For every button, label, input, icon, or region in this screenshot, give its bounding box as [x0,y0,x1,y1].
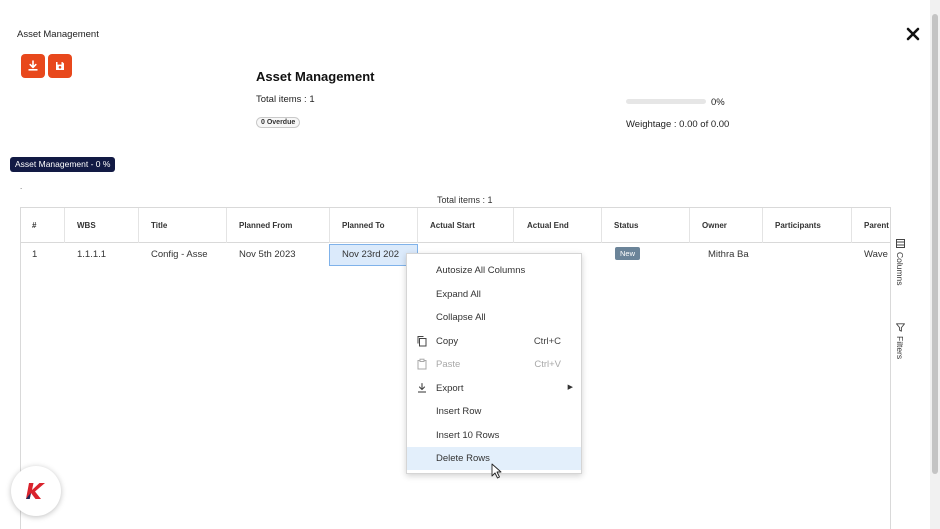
menu-item-label: Copy [436,336,459,347]
menu-item-label: Export [436,383,464,394]
column-header-actual-end[interactable]: Actual End [515,208,602,243]
weightage-text: Weightage : 0.00 of 0.00 [626,119,730,130]
column-header-owner[interactable]: Owner [691,208,763,243]
download-icon [28,60,38,71]
column-header-actual-start[interactable]: Actual Start [419,208,514,243]
close-icon [906,27,920,41]
grid-total-items: Total items : 1 [437,195,493,205]
menu-item-paste[interactable]: Paste Ctrl+V [407,353,581,376]
menu-item-label: Paste [436,359,461,370]
k-logo-icon [26,483,45,499]
export-icon [418,382,426,393]
menu-item-autosize-all-columns[interactable]: Autosize All Columns [407,259,581,282]
page-scrollbar[interactable] [930,0,940,529]
save-button[interactable] [48,54,72,78]
submenu-arrow-icon: ▶ [567,384,573,391]
cell-title[interactable]: Config - Asse [140,244,216,266]
menu-item-label: Insert 10 Rows [436,430,500,441]
cell-participants[interactable] [764,244,852,266]
menu-item-label: Delete Rows [436,453,490,464]
project-tag[interactable]: Asset Management - 0 % [10,157,116,172]
copy-icon [417,336,427,347]
app-logo-button[interactable] [11,466,61,516]
grid-header: # WBS Title Planned From Planned To Actu… [21,208,891,243]
download-button[interactable] [21,54,45,78]
columns-tab-label: Columns [895,252,905,286]
save-icon [56,62,64,70]
overdue-badge: 0 Overdue [256,117,301,128]
menu-item-label: Insert Row [436,406,482,417]
close-button[interactable] [903,24,923,44]
summary-total-items: Total items : 1 [256,94,315,105]
cell-planned-to[interactable]: Nov 23rd 202 [329,244,418,266]
menu-item-copy[interactable]: Copy Ctrl+C [407,330,581,353]
scrollbar-thumb[interactable] [932,14,938,474]
summary-title: Asset Management [256,69,375,84]
filters-tab-label: Filters [895,336,905,360]
cell-parent[interactable]: Wave [853,244,891,266]
menu-item-insert-row[interactable]: Insert Row [407,400,581,423]
cell-owner[interactable]: Mithra Ba [696,244,763,266]
mouse-cursor-icon [491,463,502,479]
menu-item-shortcut: Ctrl+C [533,336,561,347]
progress-bar [626,99,706,104]
column-header-parent[interactable]: Parent [853,208,893,243]
menu-item-collapse-all[interactable]: Collapse All [407,306,581,329]
column-header-wbs[interactable]: WBS [66,208,139,243]
column-header-participants[interactable]: Participants [764,208,852,243]
cell-planned-from[interactable]: Nov 5th 2023 [228,244,330,266]
grid-side-panel: Columns Filters [890,207,913,529]
window-title: Asset Management [17,29,99,40]
context-menu: Autosize All Columns Expand All Collapse… [406,253,582,474]
column-header-status[interactable]: Status [603,208,690,243]
progress-percent: 0% [711,97,725,108]
cell-status[interactable]: New [603,244,690,266]
paste-icon [417,358,427,370]
status-badge: New [615,246,641,260]
menu-item-expand-all[interactable]: Expand All [407,283,581,306]
cell-wbs[interactable]: 1.1.1.1 [66,244,139,266]
menu-item-insert-10-rows[interactable]: Insert 10 Rows [407,424,581,447]
column-header-index[interactable]: # [21,208,65,243]
menu-item-label: Autosize All Columns [436,265,526,276]
column-header-planned-from[interactable]: Planned From [228,208,330,243]
menu-item-export[interactable]: Export ▶ [407,377,581,400]
filters-tool-tab[interactable]: Filters [895,323,905,359]
menu-item-shortcut: Ctrl+V [534,359,561,370]
menu-item-label: Expand All [436,289,481,300]
filter-icon [895,323,905,332]
column-header-planned-to[interactable]: Planned To [331,208,418,243]
columns-icon [895,239,905,248]
menu-item-label: Collapse All [436,312,486,323]
cell-index[interactable]: 1 [21,244,65,266]
separator-dot: . [20,182,23,191]
column-header-title[interactable]: Title [140,208,227,243]
columns-tool-tab[interactable]: Columns [895,239,905,286]
